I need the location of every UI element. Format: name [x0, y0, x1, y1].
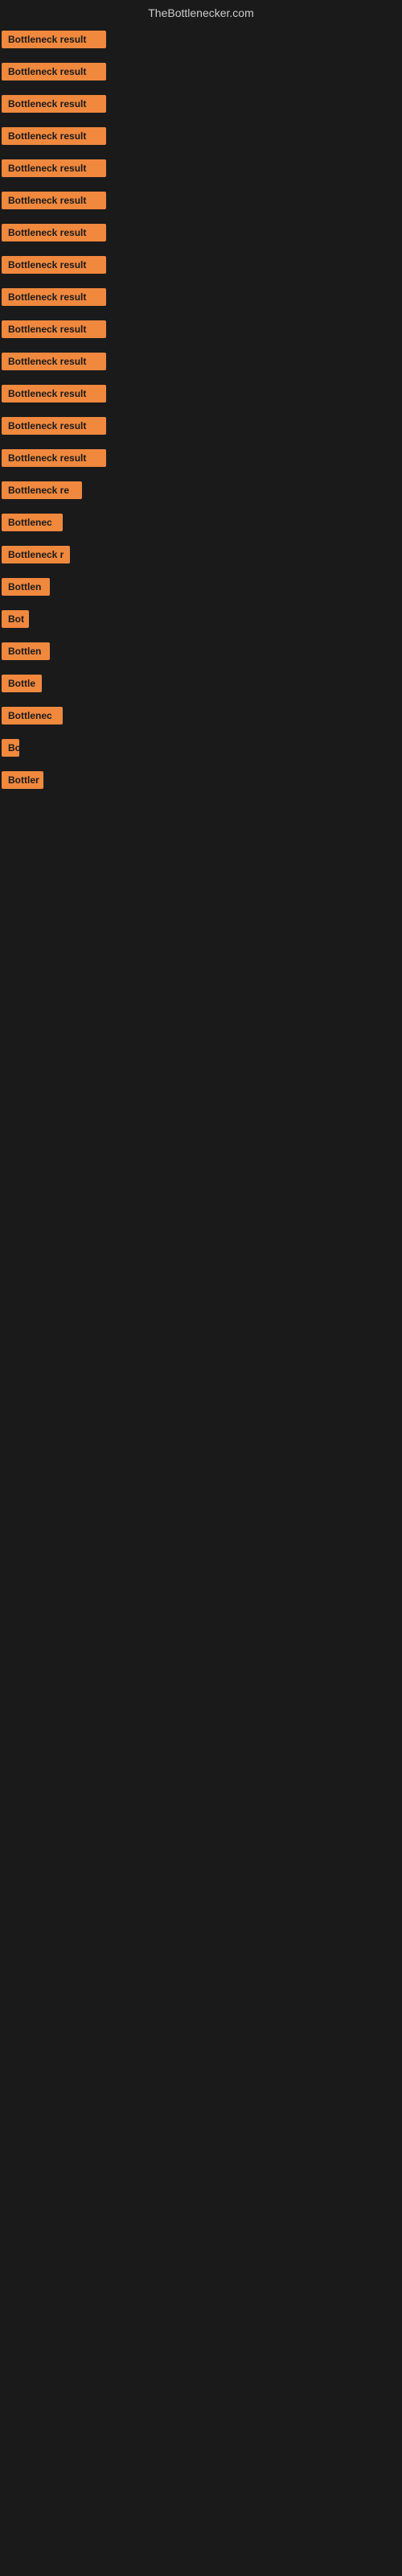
bottleneck-badge[interactable]: Bottleneck result [2, 256, 106, 274]
bottleneck-row: Bottleneck r [2, 538, 402, 570]
bottleneck-row: Bottle [2, 667, 402, 699]
bottleneck-row: Bottlen [2, 634, 402, 667]
bottleneck-badge[interactable]: Bottleneck result [2, 288, 106, 306]
bottleneck-badge[interactable]: Bottleneck result [2, 159, 106, 177]
bottleneck-badge[interactable]: Bottle [2, 675, 42, 692]
bottleneck-row: Bottleneck result [2, 119, 402, 151]
bottleneck-row: Bottleneck result [2, 23, 402, 55]
bottleneck-badge[interactable]: Bottleneck result [2, 449, 106, 467]
bottleneck-badge[interactable]: Bottleneck result [2, 95, 106, 113]
bottleneck-row: Bottleneck result [2, 216, 402, 248]
bottleneck-badge[interactable]: Bottleneck result [2, 385, 106, 402]
site-header: TheBottlenecker.com [0, 0, 402, 23]
bottleneck-badge[interactable]: Bottleneck result [2, 224, 106, 242]
bottleneck-badge[interactable]: Bottler [2, 771, 43, 789]
bottleneck-row: Bottleneck result [2, 441, 402, 473]
bottleneck-badge[interactable]: Bottlenec [2, 707, 63, 724]
bottleneck-badge[interactable]: Bottleneck result [2, 417, 106, 435]
bottleneck-badge[interactable]: Bottleneck result [2, 127, 106, 145]
bottleneck-row: Bottleneck result [2, 345, 402, 377]
bottleneck-row: Bottlen [2, 570, 402, 602]
bottleneck-row: Bot [2, 602, 402, 634]
bottleneck-row: Bo [2, 731, 402, 763]
bottleneck-badge[interactable]: Bottleneck r [2, 546, 70, 564]
bottleneck-row: Bottleneck result [2, 377, 402, 409]
bottleneck-row: Bottleneck re [2, 473, 402, 506]
bottleneck-badge[interactable]: Bottleneck result [2, 31, 106, 48]
bottleneck-badge[interactable]: Bottlen [2, 642, 50, 660]
bottleneck-badge[interactable]: Bottleneck result [2, 320, 106, 338]
bottleneck-row: Bottleneck result [2, 409, 402, 441]
bottleneck-badge[interactable]: Bot [2, 610, 29, 628]
bottleneck-row: Bottleneck result [2, 151, 402, 184]
bottleneck-row: Bottleneck result [2, 55, 402, 87]
bottleneck-row: Bottleneck result [2, 312, 402, 345]
items-container: Bottleneck result Bottleneck result Bottle… [0, 23, 402, 795]
bottleneck-row: Bottlenec [2, 699, 402, 731]
bottleneck-row: Bottleneck result [2, 184, 402, 216]
bottleneck-row: Bottleneck result [2, 87, 402, 119]
bottleneck-badge[interactable]: Bottlenec [2, 514, 63, 531]
bottleneck-row: Bottlenec [2, 506, 402, 538]
bottleneck-badge[interactable]: Bottleneck result [2, 353, 106, 370]
bottleneck-badge[interactable]: Bottleneck result [2, 192, 106, 209]
bottleneck-badge[interactable]: Bottleneck result [2, 63, 106, 80]
bottleneck-badge[interactable]: Bo [2, 739, 19, 757]
bottleneck-badge[interactable]: Bottlen [2, 578, 50, 596]
bottleneck-row: Bottleneck result [2, 280, 402, 312]
bottleneck-row: Bottleneck result [2, 248, 402, 280]
bottleneck-badge[interactable]: Bottleneck re [2, 481, 82, 499]
bottleneck-row: Bottler [2, 763, 402, 795]
